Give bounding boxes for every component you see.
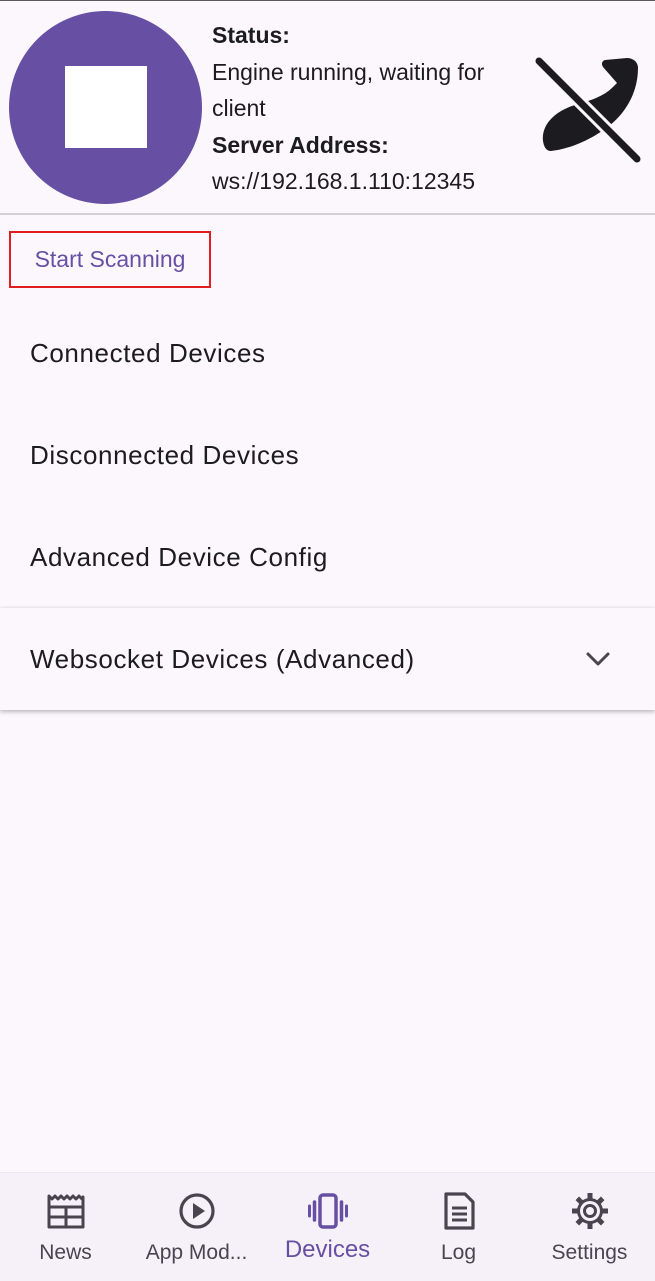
nav-item-devices[interactable]: Devices — [262, 1173, 393, 1281]
nav-label-devices: Devices — [284, 1236, 371, 1263]
websocket-devices-label: Websocket Devices (Advanced) — [30, 643, 415, 674]
status-panel: Status: Engine running, waiting for clie… — [212, 17, 532, 200]
status-value-line2: client — [212, 95, 266, 121]
status-label: Status: — [212, 22, 290, 48]
phone-disabled-icon — [533, 54, 643, 165]
server-status-header: Status: Engine running, waiting for clie… — [0, 1, 655, 213]
start-scanning-button[interactable]: Start Scanning — [9, 231, 211, 288]
play-circle-icon — [179, 1193, 215, 1229]
nav-item-app-modes[interactable]: App Mod... — [131, 1173, 262, 1281]
news-icon — [47, 1194, 85, 1229]
server-address-label: Server Address: — [212, 131, 389, 158]
nav-item-news[interactable]: News — [0, 1173, 131, 1281]
nav-label-news: News — [39, 1241, 92, 1264]
server-address-value: ws://192.168.1.110:12345 — [212, 168, 476, 194]
vibration-icon — [308, 1193, 348, 1229]
advanced-device-config-section[interactable]: Advanced Device Config — [0, 506, 655, 608]
nav-label-app-modes: App Mod... — [145, 1241, 248, 1264]
nav-label-log: Log — [440, 1241, 477, 1264]
websocket-devices-section[interactable]: Websocket Devices (Advanced) — [0, 608, 655, 710]
connected-devices-label: Connected Devices — [30, 337, 266, 368]
advanced-device-config-label: Advanced Device Config — [30, 541, 328, 572]
status-value-line1: Engine running, waiting for — [212, 58, 485, 85]
chevron-down-icon[interactable] — [585, 646, 611, 672]
nav-item-settings[interactable]: Settings — [524, 1173, 655, 1281]
engine-toggle-button[interactable] — [9, 11, 202, 204]
stop-icon — [65, 66, 147, 148]
nav-item-log[interactable]: Log — [393, 1173, 524, 1281]
bottom-navigation-bar: News App Mod... Devices Log Settings — [0, 1172, 655, 1281]
nav-label-settings: Settings — [551, 1241, 628, 1264]
connected-devices-section[interactable]: Connected Devices — [0, 302, 655, 404]
gear-icon — [572, 1193, 608, 1229]
header-divider — [0, 213, 655, 215]
disconnected-devices-label: Disconnected Devices — [30, 439, 300, 470]
document-icon — [444, 1192, 475, 1230]
disconnected-devices-section[interactable]: Disconnected Devices — [0, 404, 655, 506]
